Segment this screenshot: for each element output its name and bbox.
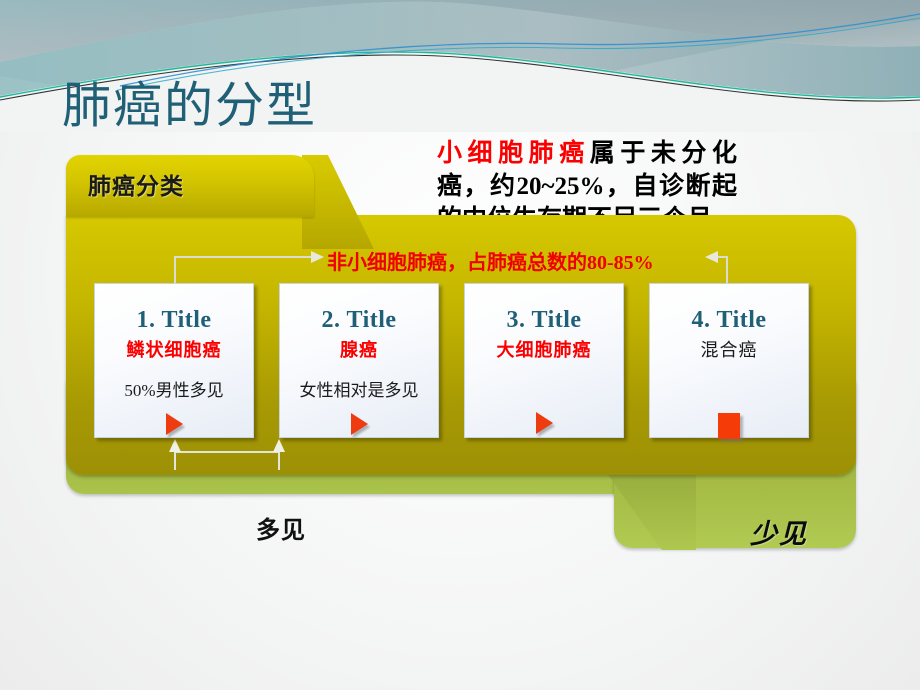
- card-title: 2. Title: [321, 307, 397, 333]
- card-large-cell[interactable]: 3. Title 大细胞肺癌: [464, 283, 624, 438]
- card-title: 4. Title: [691, 307, 767, 333]
- play-triangle-icon: [165, 413, 183, 435]
- card-title: 1. Title: [136, 307, 212, 333]
- yellow-tab-label: 肺癌分类: [88, 174, 184, 199]
- card-body: 女性相对是多见: [299, 381, 419, 400]
- card-body: 50%男性多见: [124, 381, 224, 400]
- card-row: 1. Title 鳞状细胞癌 50%男性多见 2. Title 腺癌 女性相对是…: [94, 283, 834, 441]
- card-squamous[interactable]: 1. Title 鳞状细胞癌 50%男性多见: [94, 283, 254, 438]
- nsclc-note: 非小细胞肺癌，占肺癌总数的80-85%: [327, 252, 654, 274]
- card-mixed[interactable]: 4. Title 混合癌: [649, 283, 809, 441]
- square-icon: [718, 413, 740, 439]
- card-subtitle: 腺癌: [340, 340, 378, 360]
- card-icon-slot: [465, 408, 623, 438]
- card-subtitle: 鳞状细胞癌: [126, 340, 222, 360]
- card-title: 3. Title: [506, 307, 582, 333]
- card-adenocarcinoma[interactable]: 2. Title 腺癌 女性相对是多见: [279, 283, 439, 438]
- card-subtitle: 大细胞肺癌: [496, 340, 592, 360]
- card-subtitle: 混合癌: [700, 340, 758, 360]
- play-triangle-icon: [535, 412, 553, 434]
- card-icon-slot: [280, 409, 438, 439]
- label-rare: 少见: [750, 519, 808, 549]
- card-icon-slot: [95, 409, 253, 439]
- page-title: 肺癌的分型: [62, 78, 318, 133]
- label-common: 多见: [256, 518, 306, 544]
- slide-canvas: 肺癌的分型 小细胞肺癌属于未分化癌，约20~25%，自诊断起的中位生存期不足三个…: [0, 0, 920, 690]
- play-triangle-icon: [350, 413, 368, 435]
- card-icon-slot: [650, 411, 808, 441]
